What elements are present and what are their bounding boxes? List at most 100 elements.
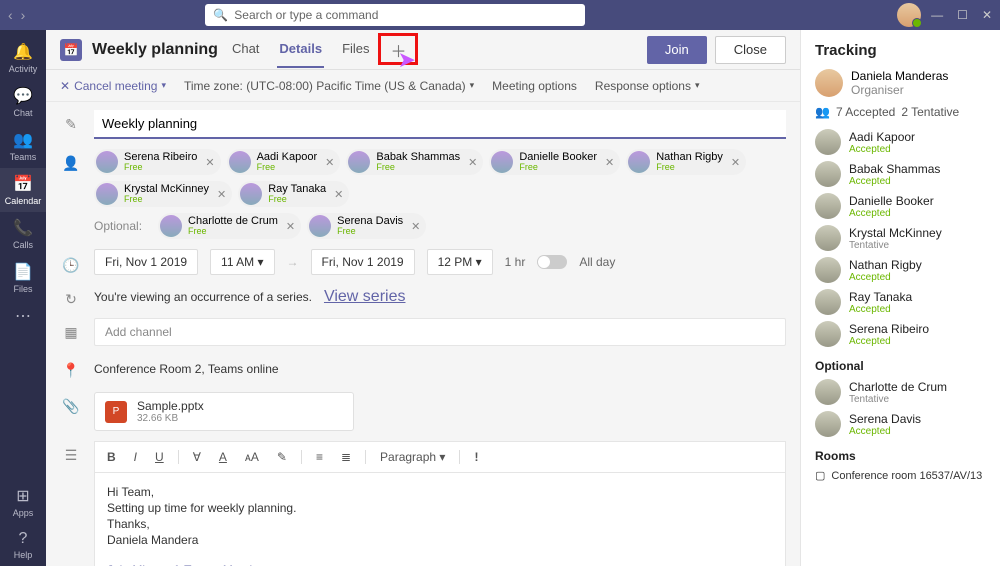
attendee-chip[interactable]: Serena DavisFree✕ xyxy=(307,213,426,239)
title-input[interactable] xyxy=(94,110,786,139)
remove-icon[interactable]: ✕ xyxy=(217,188,226,201)
underline-button[interactable]: U xyxy=(151,448,168,466)
win-max[interactable]: ☐ xyxy=(957,8,968,22)
attendee-chip[interactable]: Babak ShammasFree✕ xyxy=(346,149,483,175)
rail-files[interactable]: 📄Files xyxy=(0,256,46,300)
tracking-person: Krystal McKinneyTentative xyxy=(815,225,988,251)
attachment-size: 32.66 KB xyxy=(137,413,204,424)
start-date[interactable]: Fri, Nov 1 2019 xyxy=(94,249,198,275)
tab-details[interactable]: Details xyxy=(277,31,324,68)
avatar xyxy=(815,225,841,251)
tracking-person: Ray TanakaAccepted xyxy=(815,289,988,315)
win-close[interactable]: ✕ xyxy=(982,8,992,22)
fontcolor-button[interactable]: A xyxy=(215,448,231,466)
remove-icon[interactable]: ✕ xyxy=(411,220,420,233)
rail-more[interactable]: ⋯ xyxy=(15,300,31,332)
avatar xyxy=(815,129,841,155)
response-options[interactable]: Response options ▾ xyxy=(595,79,700,93)
remove-icon[interactable]: ✕ xyxy=(205,156,214,169)
bold-button[interactable]: B xyxy=(103,448,120,466)
clear-format-button[interactable]: ✎ xyxy=(273,448,291,466)
attendee-chip[interactable]: Aadi KapoorFree✕ xyxy=(227,149,341,175)
chevron-down-icon: ▾ xyxy=(161,80,166,91)
avatar xyxy=(96,183,118,205)
optional-attendees[interactable]: Charlotte de CrumFree✕Serena DavisFree✕ xyxy=(158,213,786,239)
nav-back[interactable]: ‹ xyxy=(8,7,13,23)
avatar xyxy=(348,151,370,173)
attendee-chip[interactable]: Danielle BookerFree✕ xyxy=(489,149,620,175)
calendar-icon: 📅 xyxy=(13,174,33,194)
attendee-chip[interactable]: Serena RibeiroFree✕ xyxy=(94,149,221,175)
paragraph-dropdown[interactable]: Paragraph ▾ xyxy=(376,448,449,466)
rail-help[interactable]: ?Help xyxy=(0,524,46,566)
important-button[interactable]: ! xyxy=(470,448,482,466)
tab-files[interactable]: Files xyxy=(340,31,371,68)
search-placeholder: Search or type a command xyxy=(234,8,378,22)
channel-input[interactable]: Add channel xyxy=(94,318,786,346)
attachment-card[interactable]: P Sample.pptx 32.66 KB xyxy=(94,392,354,431)
remove-icon[interactable]: ✕ xyxy=(605,156,614,169)
rail-calendar[interactable]: 📅Calendar xyxy=(0,168,46,212)
numbered-button[interactable]: ≣ xyxy=(337,448,355,466)
rail-chat[interactable]: 💬Chat xyxy=(0,80,46,124)
remove-icon[interactable]: ✕ xyxy=(286,220,295,233)
chevron-down-icon: ▾ xyxy=(470,80,475,91)
avatar xyxy=(815,193,841,219)
italic-button[interactable]: I xyxy=(130,448,141,466)
view-series-link[interactable]: View series xyxy=(324,288,406,306)
add-tab-button[interactable]: ＋ ➤ xyxy=(388,39,410,61)
close-button[interactable]: Close xyxy=(715,36,786,64)
people-icon: 👤 xyxy=(60,149,82,172)
bell-icon: 🔔 xyxy=(13,42,33,62)
location-field[interactable]: Conference Room 2, Teams online xyxy=(94,356,786,382)
help-icon: ? xyxy=(19,530,28,548)
rail-apps[interactable]: ⊞Apps xyxy=(0,480,46,524)
remove-icon[interactable]: ✕ xyxy=(731,156,740,169)
search-box[interactable]: 🔍 Search or type a command xyxy=(205,4,585,26)
remove-icon[interactable]: ✕ xyxy=(334,188,343,201)
nav-fwd[interactable]: › xyxy=(21,7,26,23)
meeting-calendar-icon: 📅 xyxy=(60,39,82,61)
allday-toggle[interactable] xyxy=(537,255,567,269)
fontsize-button[interactable]: ᴀA xyxy=(241,448,263,466)
teams-icon: 👥 xyxy=(13,130,33,150)
cancel-meeting[interactable]: ✕ Cancel meeting ▾ xyxy=(60,79,166,93)
tracking-person: Nathan RigbyAccepted xyxy=(815,257,988,283)
user-avatar[interactable] xyxy=(897,3,921,27)
remove-icon[interactable]: ✕ xyxy=(468,156,477,169)
meeting-options[interactable]: Meeting options xyxy=(492,79,577,93)
people-icon: 👥 xyxy=(815,105,830,119)
attendee-chip[interactable]: Ray TanakaFree✕ xyxy=(238,181,349,207)
attendee-chip[interactable]: Nathan RigbyFree✕ xyxy=(626,149,746,175)
apps-icon: ⊞ xyxy=(16,486,29,506)
tab-chat[interactable]: Chat xyxy=(230,31,261,68)
avatar xyxy=(815,69,843,97)
avatar xyxy=(491,151,513,173)
description-editor[interactable]: Hi Team, Setting up time for weekly plan… xyxy=(94,472,786,566)
timezone-dropdown[interactable]: Time zone: (UTC-08:00) Pacific Time (US … xyxy=(184,79,474,93)
avatar xyxy=(815,257,841,283)
file-icon: 📄 xyxy=(13,262,33,282)
rail-calls[interactable]: 📞Calls xyxy=(0,212,46,256)
avatar xyxy=(815,289,841,315)
required-attendees[interactable]: Serena RibeiroFree✕Aadi KapoorFree✕Babak… xyxy=(94,149,786,207)
attendee-chip[interactable]: Charlotte de CrumFree✕ xyxy=(158,213,301,239)
avatar xyxy=(815,161,841,187)
end-time[interactable]: 12 PM ▾ xyxy=(427,249,493,275)
end-date[interactable]: Fri, Nov 1 2019 xyxy=(311,249,415,275)
location-icon: 📍 xyxy=(60,356,82,379)
rail-activity[interactable]: 🔔Activity xyxy=(0,36,46,80)
start-time[interactable]: 11 AM ▾ xyxy=(210,249,275,275)
bullets-button[interactable]: ≡ xyxy=(312,448,327,466)
room-item: ▢ Conference room 16537/AV/13 xyxy=(815,469,988,482)
strike-button[interactable]: ∀ xyxy=(189,448,205,466)
response-summary: 👥 7 Accepted 2 Tentative xyxy=(815,105,988,119)
attachment-name: Sample.pptx xyxy=(137,399,204,413)
join-button[interactable]: Join xyxy=(647,36,707,64)
attendee-chip[interactable]: Krystal McKinneyFree✕ xyxy=(94,181,232,207)
remove-icon[interactable]: ✕ xyxy=(325,156,334,169)
rail-teams[interactable]: 👥Teams xyxy=(0,124,46,168)
avatar xyxy=(96,151,118,173)
channel-icon: ▦ xyxy=(60,318,82,341)
win-min[interactable]: — xyxy=(931,8,943,22)
